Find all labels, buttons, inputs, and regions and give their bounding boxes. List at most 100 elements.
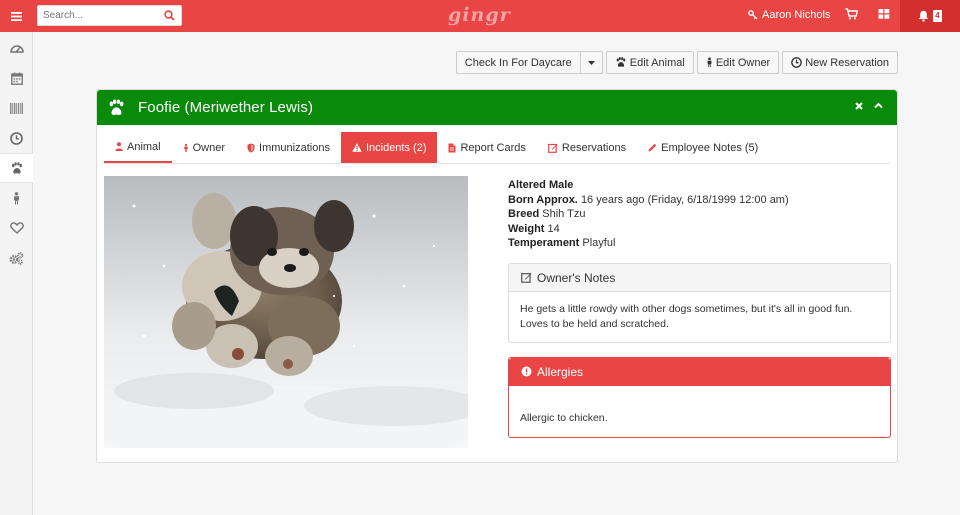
tab-employee-notes[interactable]: Employee Notes (5) [637, 132, 769, 163]
edit-icon [548, 143, 558, 153]
search-box [37, 5, 182, 26]
edit-icon [521, 273, 532, 283]
animal-card-header: Foofie (Meriwether Lewis) [97, 90, 897, 125]
check-in-dropdown-toggle[interactable] [580, 51, 603, 74]
edit-animal-button[interactable]: Edit Animal [605, 51, 694, 74]
gingr-logo[interactable]: gingr [448, 4, 511, 26]
tab-label: Reservations [561, 141, 627, 154]
tab-immunizations[interactable]: Immunizations [236, 132, 341, 163]
cart-icon [845, 8, 859, 20]
tab-label: Owner [192, 141, 226, 154]
sidebar-item-favorites[interactable] [0, 213, 33, 243]
check-in-daycare-button[interactable]: Check In For Daycare [455, 51, 581, 74]
edit-owner-label: Edit Owner [715, 56, 771, 69]
animal-sex-line: Altered Male [508, 178, 893, 193]
temperament-label: Temperament [508, 237, 580, 249]
allergies-body: Allergic to chicken. [520, 412, 608, 424]
sidebar-item-history[interactable] [0, 123, 33, 153]
pencil-icon [648, 143, 657, 152]
user-name: Aaron Nichols [762, 9, 831, 21]
owner-notes-body: He gets a little rowdy with other dogs s… [520, 303, 853, 330]
allergies-header: Allergies [509, 358, 890, 386]
tab-label: Report Cards [460, 141, 526, 154]
born-line: Born Approx. 16 years ago (Friday, 6/18/… [508, 193, 893, 208]
cart-button[interactable] [845, 8, 859, 23]
animal-profile-card: Foofie (Meriwether Lewis) Animal Owner I… [96, 89, 898, 463]
tab-animal[interactable]: Animal [104, 132, 172, 163]
calendar-icon [10, 72, 23, 85]
notifications-button[interactable]: 4 [900, 0, 960, 32]
paw-icon [616, 57, 626, 67]
paw-icon [11, 161, 22, 174]
animal-action-toolbar: Check In For Daycare Edit Animal Edit Ow… [455, 51, 898, 74]
bell-icon [919, 10, 929, 22]
sidebar-item-barcode[interactable] [0, 93, 33, 123]
tab-label: Immunizations [259, 141, 330, 154]
file-icon [448, 143, 456, 152]
temperament-value: Playful [582, 237, 616, 249]
allergies-title: Allergies [537, 364, 584, 379]
shield-icon [247, 143, 255, 153]
tab-owner[interactable]: Owner [172, 132, 236, 163]
chevron-up-icon[interactable] [874, 102, 883, 109]
sidebar-item-dashboard[interactable] [0, 33, 33, 63]
animal-sex: Altered Male [508, 179, 574, 191]
paw-icon [109, 98, 124, 115]
sidebar-item-calendar[interactable] [0, 63, 33, 93]
weight-label: Weight [508, 222, 545, 235]
tab-incidents[interactable]: Incidents (2) [340, 132, 438, 163]
apps-grid-button[interactable] [878, 8, 890, 23]
person-icon [14, 191, 19, 204]
search-icon[interactable] [164, 10, 175, 21]
notification-count-badge: 4 [933, 10, 942, 22]
owner-notes-title: Owner's Notes [537, 270, 616, 285]
clock-icon [10, 131, 23, 145]
hamburger-menu-button[interactable] [0, 0, 33, 32]
check-in-button-group: Check In For Daycare [455, 51, 603, 74]
sidebar-item-owners[interactable] [0, 183, 33, 213]
user-icon [115, 142, 123, 151]
tab-reservations[interactable]: Reservations [537, 132, 637, 163]
heart-icon [9, 222, 24, 234]
new-reservation-label: New Reservation [805, 56, 889, 69]
weight-line: Weight 14 [508, 222, 893, 237]
caret-down-icon [587, 60, 595, 65]
tab-label: Animal [127, 140, 161, 153]
left-sidebar [0, 32, 33, 515]
tab-label: Employee Notes (5) [661, 141, 759, 154]
allergies-panel: Allergies Allergic to chicken. [508, 357, 891, 438]
person-icon [183, 143, 188, 152]
animal-photo [104, 176, 468, 448]
weight-value: 14 [547, 222, 560, 235]
born-label: Born Approx. [508, 193, 578, 206]
breed-label: Breed [508, 208, 540, 220]
tab-label: Incidents (2) [365, 141, 427, 154]
grid-icon [878, 9, 890, 19]
temperament-line: Temperament Playful [508, 236, 893, 251]
close-icon[interactable] [855, 102, 863, 110]
animal-name-title: Foofie (Meriwether Lewis) [138, 99, 314, 116]
barcode-icon [10, 102, 23, 114]
born-value: 16 years ago (Friday, 6/18/1999 12:00 am… [580, 193, 789, 206]
person-icon [707, 57, 712, 68]
dashboard-icon [9, 45, 24, 53]
top-navbar: gingr Aaron Nichols 4 [0, 0, 960, 32]
edit-animal-label: Edit Animal [629, 56, 685, 69]
breed-line: Breed Shih Tzu [508, 207, 893, 222]
animal-tabs: Animal Owner Immunizations Incidents (2)… [104, 132, 891, 164]
hamburger-icon [11, 11, 22, 21]
search-input[interactable] [38, 6, 158, 25]
sidebar-item-settings[interactable] [0, 243, 33, 273]
breed-value: Shih Tzu [542, 208, 586, 220]
user-menu-link[interactable]: Aaron Nichols [748, 9, 830, 21]
animal-details: Altered Male Born Approx. 16 years ago (… [508, 178, 893, 251]
exclamation-circle-icon [521, 366, 532, 377]
owner-notes-panel: Owner's Notes He gets a little rowdy wit… [508, 263, 891, 343]
edit-owner-button[interactable]: Edit Owner [696, 51, 780, 74]
clock-icon [791, 57, 803, 68]
sidebar-item-animals[interactable] [0, 153, 33, 183]
tab-report-cards[interactable]: Report Cards [437, 132, 536, 163]
gears-icon [9, 251, 24, 265]
key-icon [748, 10, 758, 20]
new-reservation-button[interactable]: New Reservation [782, 51, 898, 74]
